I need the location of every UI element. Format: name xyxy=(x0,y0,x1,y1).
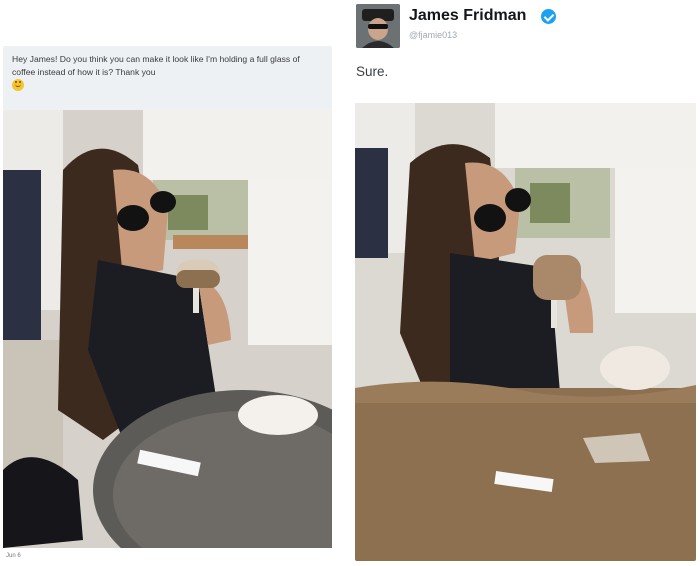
original-photo[interactable] xyxy=(3,110,332,548)
avatar-illustration xyxy=(356,4,400,48)
user-handle[interactable]: @fjamie013 xyxy=(409,30,457,40)
verified-badge-icon xyxy=(541,9,556,24)
original-photo-illustration xyxy=(3,110,332,548)
edited-photo-illustration xyxy=(355,103,696,561)
smiling-face-emoji-icon xyxy=(12,79,24,91)
request-message-text: Hey James! Do you think you can make it … xyxy=(12,54,300,77)
avatar[interactable] xyxy=(356,4,400,48)
reply-text: Sure. xyxy=(356,64,389,79)
request-card: Hey James! Do you think you can make it … xyxy=(3,46,332,560)
display-name[interactable]: James Fridman xyxy=(409,7,526,25)
message-timestamp: Jun 6 xyxy=(6,553,21,559)
edited-photo[interactable] xyxy=(355,103,696,561)
request-message-bubble: Hey James! Do you think you can make it … xyxy=(3,46,332,110)
author-header: James Fridman @fjamie013 xyxy=(356,4,656,50)
